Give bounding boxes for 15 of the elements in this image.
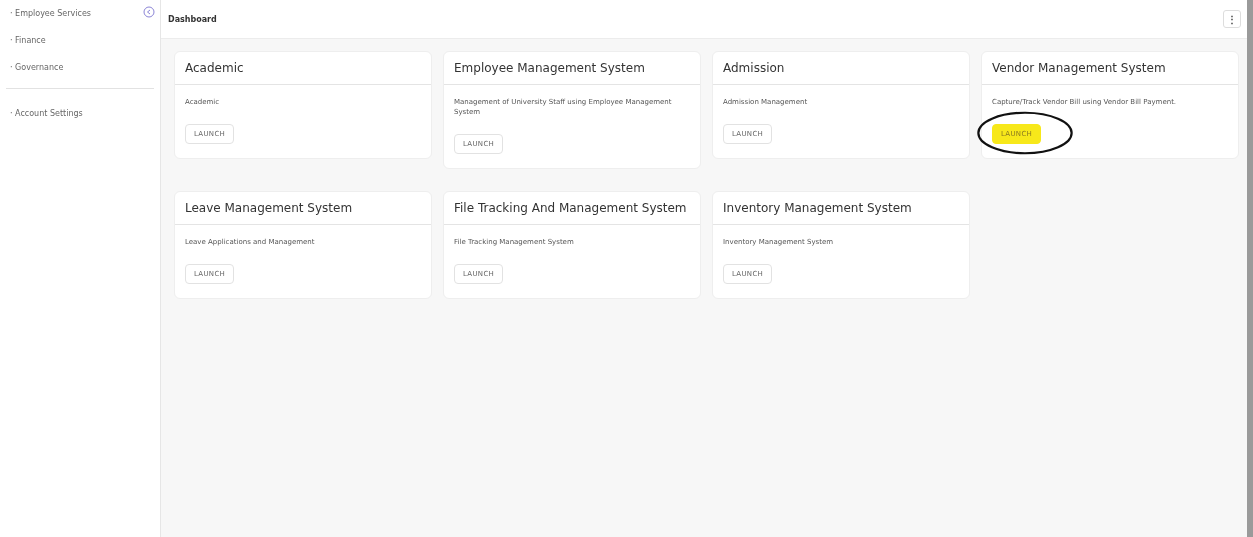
- card-title: Academic: [175, 52, 431, 85]
- card-title: Employee Management System: [444, 52, 700, 85]
- card-title: File Tracking And Management System: [444, 192, 700, 225]
- card-title: Leave Management System: [175, 192, 431, 225]
- menu-button[interactable]: ⋮: [1223, 10, 1241, 28]
- scrollbar[interactable]: [1247, 0, 1253, 537]
- collapse-icon[interactable]: [143, 6, 155, 18]
- card-title: Inventory Management System: [713, 192, 969, 225]
- sidebar-item[interactable]: · Account Settings: [0, 107, 160, 120]
- card-title: Vendor Management System: [982, 52, 1238, 85]
- sidebar-item[interactable]: · Employee Services: [0, 7, 160, 20]
- card-title: Admission: [713, 52, 969, 85]
- page-title: Dashboard: [168, 14, 217, 24]
- sidebar-item[interactable]: · Finance: [0, 34, 160, 47]
- sidebar-item[interactable]: · Governance: [0, 61, 160, 74]
